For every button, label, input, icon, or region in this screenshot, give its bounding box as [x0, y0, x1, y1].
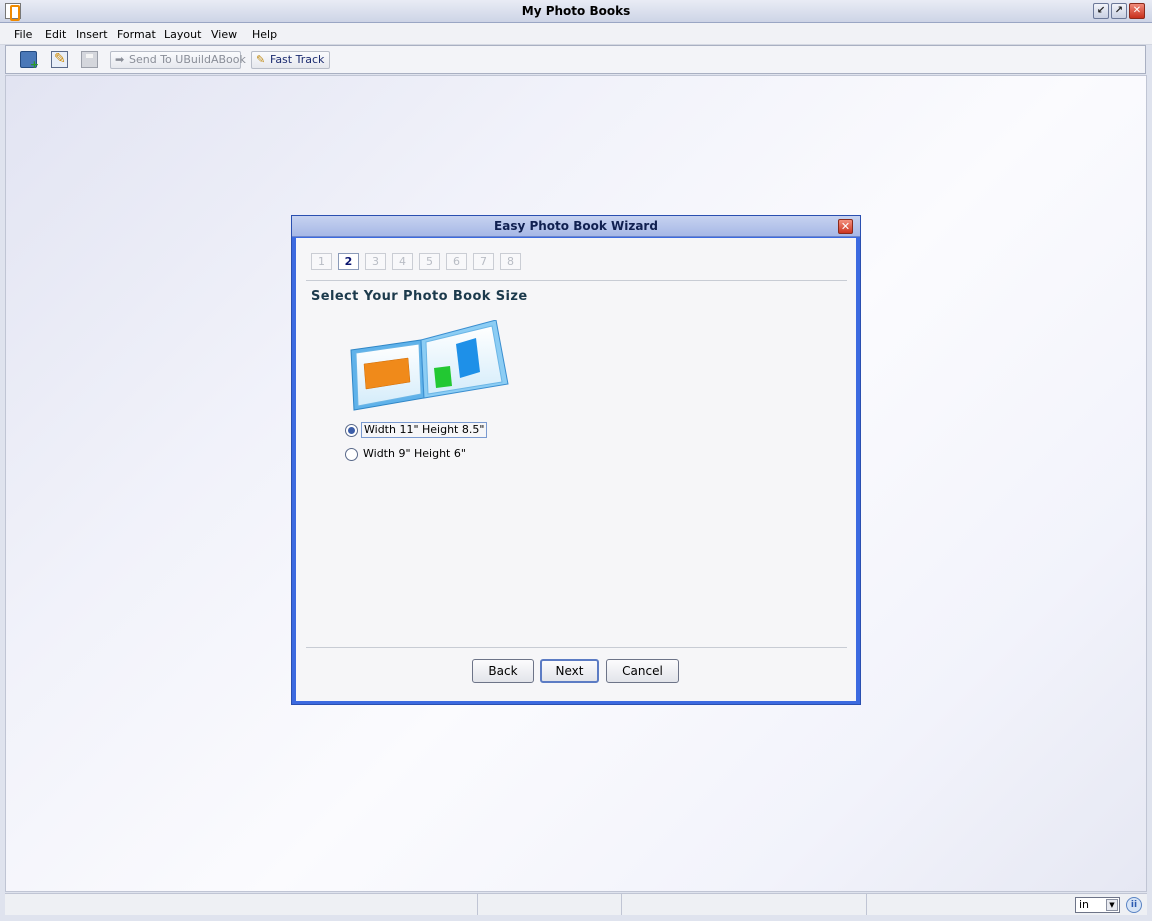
- menu-bar: File Edit Insert Format Layout View Help: [0, 23, 1152, 45]
- new-book-icon[interactable]: [20, 51, 39, 71]
- step-5: 5: [419, 253, 440, 270]
- back-button[interactable]: Back: [472, 659, 534, 683]
- fast-track-label: Fast Track: [270, 53, 325, 66]
- menu-file[interactable]: File: [14, 28, 32, 41]
- size-option-label: Width 9" Height 6": [363, 447, 466, 460]
- dialog-close-icon[interactable]: ✕: [838, 219, 853, 234]
- fast-track-button[interactable]: ✎ Fast Track: [251, 51, 330, 69]
- minimize-icon[interactable]: ↙: [1093, 3, 1109, 19]
- toolbar: ➡ Send To UBuildABook ✎ Fast Track: [5, 45, 1146, 74]
- next-button[interactable]: Next: [540, 659, 599, 683]
- wizard-heading: Select Your Photo Book Size: [311, 289, 528, 304]
- send-to-ubuildabook-button[interactable]: ➡ Send To UBuildABook: [110, 51, 246, 69]
- chevron-down-icon[interactable]: ▼: [1106, 899, 1118, 911]
- step-2-current: 2: [338, 253, 359, 270]
- close-icon[interactable]: ✕: [1129, 3, 1145, 19]
- save-icon[interactable]: [81, 51, 98, 68]
- dialog-title: Easy Photo Book Wizard: [494, 219, 658, 233]
- radio-button-selected[interactable]: [345, 424, 358, 437]
- menu-edit[interactable]: Edit: [45, 28, 66, 41]
- status-bar: in ▼ ii: [5, 893, 1147, 915]
- title-bar: My Photo Books ↙ ↗ ✕: [0, 0, 1152, 23]
- divider-bottom: [306, 647, 847, 648]
- step-1: 1: [311, 253, 332, 270]
- step-7: 7: [473, 253, 494, 270]
- unit-select[interactable]: in ▼: [1075, 897, 1120, 913]
- status-cell-2: [478, 894, 622, 915]
- window-title: My Photo Books: [521, 4, 631, 18]
- status-info-icon[interactable]: ii: [1126, 897, 1142, 913]
- status-cell-1: [5, 894, 478, 915]
- step-8: 8: [500, 253, 521, 270]
- status-cell-3: [622, 894, 867, 915]
- cancel-button[interactable]: Cancel: [606, 659, 679, 683]
- menu-layout[interactable]: Layout: [164, 28, 201, 41]
- edit-book-icon[interactable]: [51, 51, 68, 68]
- dialog-title-bar: Easy Photo Book Wizard ✕: [292, 216, 860, 237]
- wizard-dialog: Easy Photo Book Wizard ✕ 1 2 3 4 5 6 7 8…: [291, 215, 861, 705]
- menu-insert[interactable]: Insert: [76, 28, 108, 41]
- menu-view[interactable]: View: [211, 28, 237, 41]
- photo-book-illustration: [350, 320, 509, 411]
- menu-help[interactable]: Help: [252, 28, 277, 41]
- step-4: 4: [392, 253, 413, 270]
- step-6: 6: [446, 253, 467, 270]
- radio-button[interactable]: [345, 448, 358, 461]
- menu-format[interactable]: Format: [117, 28, 156, 41]
- wand-icon: ✎: [256, 53, 266, 66]
- size-option-label: Width 11" Height 8.5": [361, 422, 488, 438]
- divider-top: [306, 280, 847, 281]
- unit-value: in: [1079, 898, 1090, 911]
- maximize-icon[interactable]: ↗: [1111, 3, 1127, 19]
- dialog-body: 1 2 3 4 5 6 7 8 Select Your Photo Book S…: [296, 238, 856, 701]
- send-button-label: Send To UBuildABook: [129, 53, 246, 66]
- step-3: 3: [365, 253, 386, 270]
- arrow-right-icon: ➡: [115, 53, 125, 66]
